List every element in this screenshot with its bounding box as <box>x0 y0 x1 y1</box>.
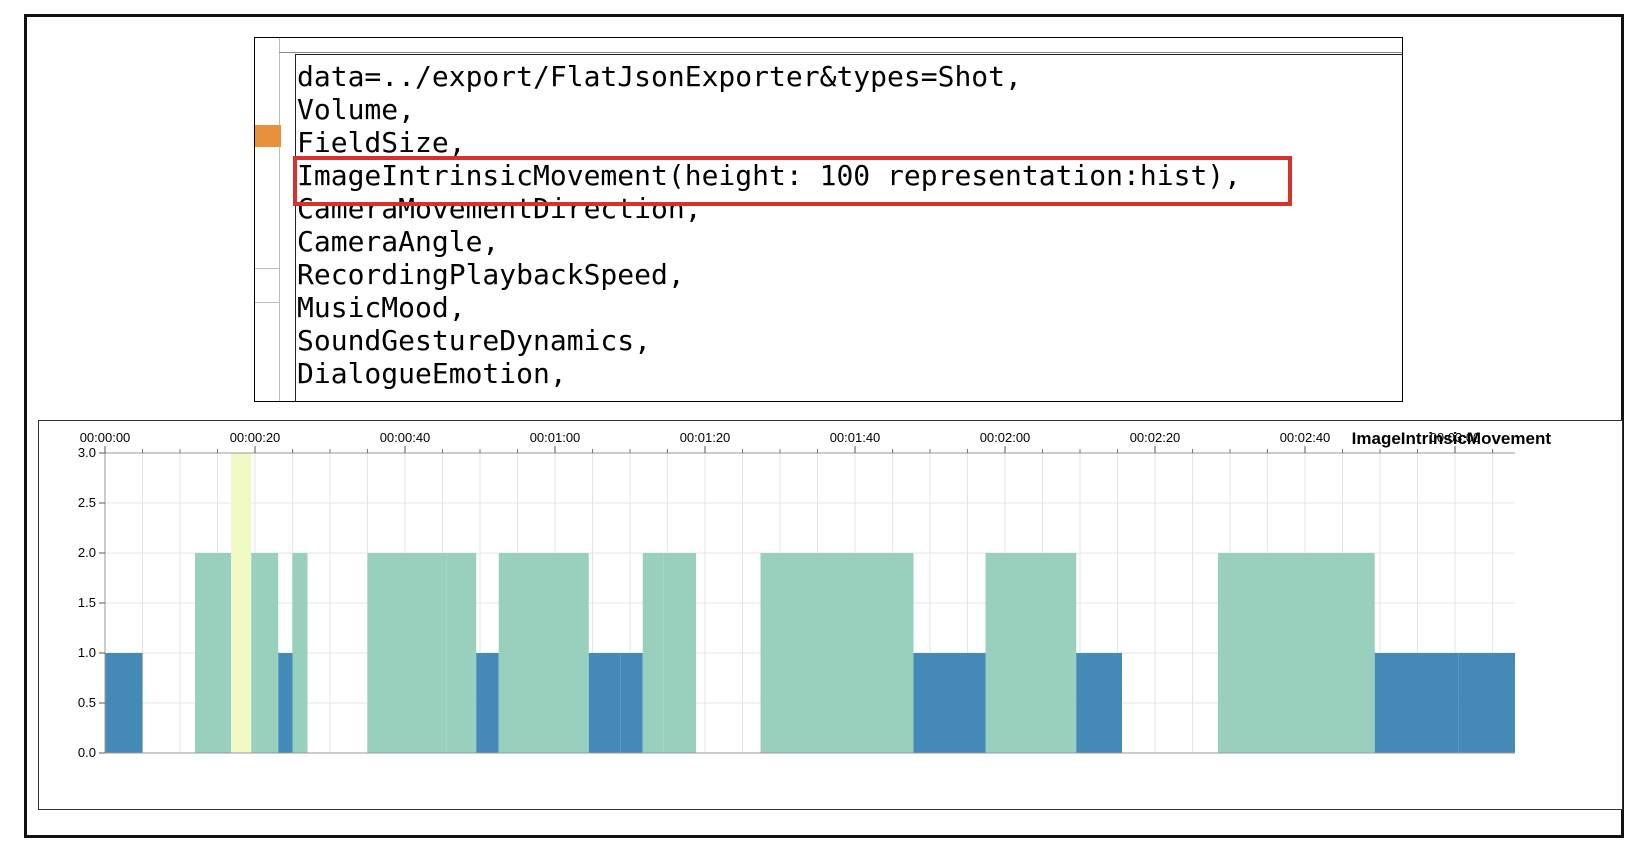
histogram-bar <box>292 553 308 753</box>
x-tick-label: 00:00:00 <box>80 430 131 445</box>
histogram-bar <box>446 553 477 753</box>
x-tick-label: 00:00:40 <box>380 430 431 445</box>
code-line-1[interactable]: data=../export/FlatJsonExporter&types=Sh… <box>297 60 1022 94</box>
histogram-bar <box>930 653 986 753</box>
code-line-9[interactable]: SoundGestureDynamics, <box>297 324 651 358</box>
x-tick-label: 00:02:00 <box>980 430 1031 445</box>
histogram-bar <box>663 553 696 753</box>
y-tick-label: 3.0 <box>78 445 96 460</box>
code-editor-panel: data=../export/FlatJsonExporter&types=Sh… <box>254 37 1403 402</box>
x-tick-label: 00:01:40 <box>830 430 881 445</box>
histogram-bar <box>195 553 231 753</box>
histogram-bar <box>760 553 914 753</box>
code-line-10[interactable]: DialogueEmotion, <box>297 357 567 391</box>
histogram-bar <box>231 453 252 753</box>
timeline-chart-panel: 00:00:00 00:00:20 00:00:40 00:01:00 00:01:20… <box>38 420 1623 810</box>
histogram-bar <box>105 653 143 753</box>
histogram-bar <box>1076 653 1103 753</box>
code-line-8[interactable]: MusicMood, <box>297 291 466 325</box>
histogram-bar <box>1374 653 1459 753</box>
x-tick-label: 00:01:00 <box>530 430 581 445</box>
editor-topbar <box>279 38 1402 53</box>
y-tick-label: 1.5 <box>78 595 96 610</box>
histogram-bar <box>642 553 664 753</box>
x-tick-label: 00:01:20 <box>680 430 731 445</box>
histogram-bar <box>985 553 1077 753</box>
gutter-divider <box>279 38 280 401</box>
y-tick-label: 1.0 <box>78 645 96 660</box>
chart-title: ImageIntrinsicMovement <box>1352 429 1552 448</box>
highlight-annotation-box <box>293 156 1292 206</box>
y-tick-label: 2.0 <box>78 545 96 560</box>
histogram-bar <box>620 653 643 753</box>
y-tick-label: 0.5 <box>78 695 96 710</box>
histogram-bar <box>913 653 930 753</box>
code-line-3[interactable]: FieldSize, <box>297 126 466 160</box>
histogram-bar <box>498 553 589 753</box>
histogram-bar <box>367 553 447 753</box>
x-tick-label: 00:02:20 <box>1130 430 1181 445</box>
histogram-bar <box>609 653 621 753</box>
x-tick-label: 00:02:40 <box>1280 430 1331 445</box>
code-line-6[interactable]: CameraAngle, <box>297 225 499 259</box>
gutter-separator <box>255 268 279 269</box>
histogram-bar <box>278 653 293 753</box>
histogram-bar <box>1218 553 1375 753</box>
histogram-bar <box>588 653 609 753</box>
histogram-bar <box>476 653 499 753</box>
code-line-7[interactable]: RecordingPlaybackSpeed, <box>297 258 685 292</box>
histogram-bar <box>1102 653 1122 753</box>
x-tick-label: 00:00:20 <box>230 430 281 445</box>
histogram-bar <box>1458 653 1515 753</box>
gutter-separator <box>255 302 279 303</box>
y-tick-label: 0.0 <box>78 745 96 760</box>
code-line-2[interactable]: Volume, <box>297 93 415 127</box>
histogram-chart: 00:00:00 00:00:20 00:00:40 00:01:00 00:01:20… <box>78 429 1552 760</box>
y-tick-label: 2.5 <box>78 495 96 510</box>
histogram-bar <box>251 553 279 753</box>
gutter-marker <box>255 125 281 147</box>
